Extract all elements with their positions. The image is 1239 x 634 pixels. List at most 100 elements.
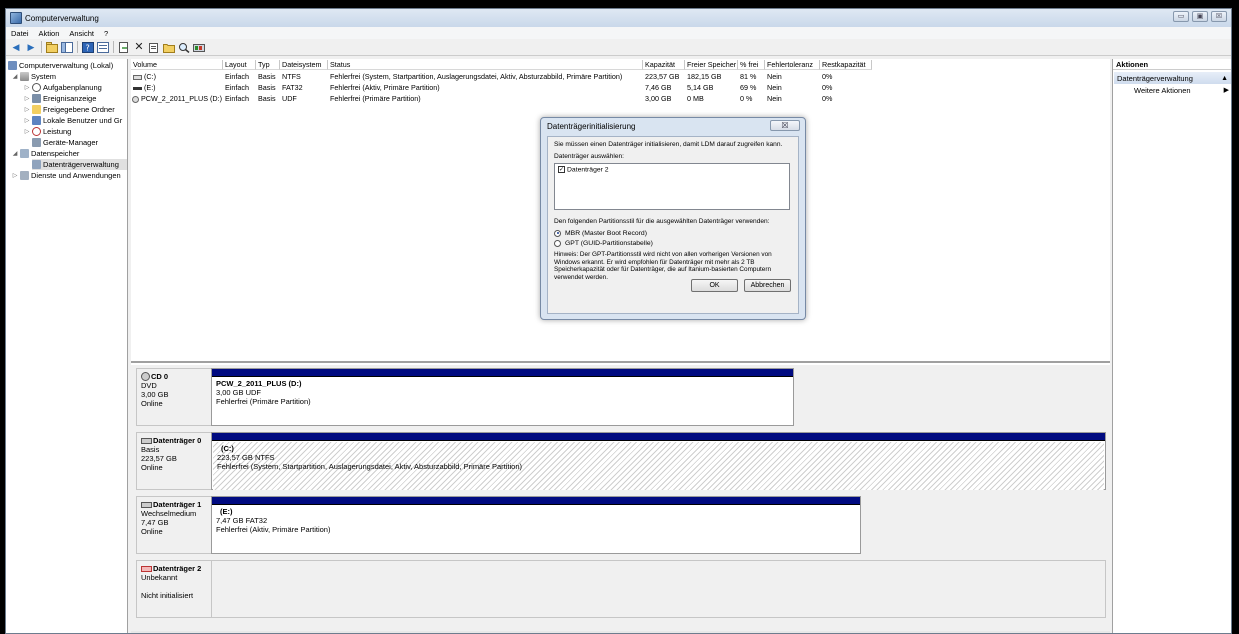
chevron-right-icon: ▶ xyxy=(1223,87,1229,94)
disk-listbox[interactable]: ✓ Datenträger 2 xyxy=(554,163,790,210)
table-row[interactable]: (C:) Einfach Basis NTFS Fehlerfrei (Syst… xyxy=(131,71,1110,82)
partition-size: 7,47 GB FAT32 xyxy=(216,516,268,525)
tree-item-device-manager[interactable]: Geräte-Manager xyxy=(32,137,98,148)
disk-label-cd0[interactable]: CD 0 DVD 3,00 GB Online xyxy=(136,368,211,426)
new-icon[interactable] xyxy=(148,41,160,53)
tree-item-storage[interactable]: ◢ Datenspeicher xyxy=(12,148,79,159)
format-icon[interactable] xyxy=(193,41,205,53)
expand-arrow-icon[interactable]: ◢ xyxy=(12,150,18,157)
column-header-filesystem[interactable]: Dateisystem xyxy=(280,60,328,70)
removable-disk-icon xyxy=(141,501,152,508)
cell-percent-free: 0 % xyxy=(740,94,753,103)
menu-aktion[interactable]: Aktion xyxy=(34,29,65,38)
partition-c[interactable]: (C:) 223,57 GB NTFS Fehlerfrei (System, … xyxy=(211,432,1106,490)
collapse-arrow-icon[interactable]: ▷ xyxy=(24,117,30,124)
cancel-button[interactable]: Abbrechen xyxy=(744,279,791,292)
tree-label: Dienste und Anwendungen xyxy=(31,171,121,180)
menu-datei[interactable]: Datei xyxy=(6,29,34,38)
delete-icon[interactable]: ✕ xyxy=(133,41,145,53)
radio-mbr-label: MBR (Master Boot Record) xyxy=(565,229,647,237)
tree-item-shared-folders[interactable]: ▷ Freigegebene Ordner xyxy=(24,104,115,115)
properties-icon[interactable] xyxy=(97,41,109,53)
expand-arrow-icon[interactable]: ◢ xyxy=(12,73,18,80)
cell-text: PCW_2_2011_PLUS (D:) xyxy=(141,94,222,103)
cell-layout: Einfach xyxy=(225,83,249,92)
disk-label-disk1[interactable]: Datenträger 1 Wechselmedium 7,47 GB Onli… xyxy=(136,496,211,554)
partition-size: 3,00 GB UDF xyxy=(216,388,262,397)
forward-icon[interactable]: ▶ xyxy=(25,41,37,53)
table-row[interactable]: (E:) Einfach Basis FAT32 Fehlerfrei (Akt… xyxy=(131,82,1110,93)
cell-volume: PCW_2_2011_PLUS (D:) xyxy=(131,93,223,104)
table-row[interactable]: PCW_2_2011_PLUS (D:) Einfach Basis UDF F… xyxy=(131,93,1110,104)
close-button[interactable]: ☒ xyxy=(1211,11,1227,22)
column-header-free-space[interactable]: Freier Speicher xyxy=(685,60,738,70)
tree-item-performance[interactable]: ▷ Leistung xyxy=(24,126,71,137)
collapse-arrow-icon[interactable]: ▷ xyxy=(24,128,30,135)
cell-text: (C:) xyxy=(144,72,156,81)
dialog-title: Datenträgerinitialisierung xyxy=(547,121,636,131)
column-header-status[interactable]: Status xyxy=(328,60,643,70)
disk-graphical-view: CD 0 DVD 3,00 GB Online PCW_2_2011_PLUS … xyxy=(131,365,1110,633)
disk-name-text: CD 0 xyxy=(151,372,169,381)
help-icon[interactable]: ? xyxy=(82,41,94,53)
cell-capacity: 223,57 GB xyxy=(645,72,680,81)
minimize-button[interactable]: ▭ xyxy=(1173,11,1189,22)
column-header-layout[interactable]: Layout xyxy=(223,60,256,70)
collapse-arrow-icon[interactable]: ▷ xyxy=(24,95,30,102)
column-header-capacity[interactable]: Kapazität xyxy=(643,60,685,70)
actions-section-disk-management[interactable]: Datenträgerverwaltung ▲ xyxy=(1114,72,1231,84)
partition-title: PCW_2_2011_PLUS (D:) xyxy=(216,379,302,388)
collapse-up-icon[interactable]: ▲ xyxy=(1221,75,1228,82)
cell-capacity: 7,46 GB xyxy=(645,83,672,92)
partition-e[interactable]: (E:) 7,47 GB FAT32 Fehlerfrei (Aktiv, Pr… xyxy=(211,496,861,554)
open-icon[interactable] xyxy=(163,41,175,53)
disk-state: Online xyxy=(141,527,163,536)
menu-ansicht[interactable]: Ansicht xyxy=(64,29,99,38)
column-header-percent-free[interactable]: % frei xyxy=(738,60,765,70)
tree-item-local-users[interactable]: ▷ Lokale Benutzer und Gr xyxy=(24,115,122,126)
cell-type: Basis xyxy=(258,72,276,81)
menu-help[interactable]: ? xyxy=(99,29,113,38)
computer-icon xyxy=(8,61,17,70)
export-icon[interactable] xyxy=(118,41,130,53)
disk-management-icon xyxy=(32,160,41,169)
tree-item-system[interactable]: ◢ System xyxy=(12,71,56,82)
disk-name-text: Datenträger 0 xyxy=(153,436,202,445)
actions-pane: Aktionen Datenträgerverwaltung ▲ Weitere… xyxy=(1112,59,1231,633)
column-header-fault-tolerance[interactable]: Fehlertoleranz xyxy=(765,60,820,70)
dialog-title-bar[interactable]: Datenträgerinitialisierung xyxy=(541,118,805,134)
tree-item-event-viewer[interactable]: ▷ Ereignisanzeige xyxy=(24,93,96,104)
disk-label-disk2[interactable]: Datenträger 2 Unbekannt Nicht initialisi… xyxy=(136,560,211,618)
tree-item-disk-management[interactable]: Datenträgerverwaltung xyxy=(32,159,127,170)
dialog-close-button[interactable]: ☒ xyxy=(770,120,800,131)
maximize-button[interactable]: ▣ xyxy=(1192,11,1208,22)
collapse-arrow-icon[interactable]: ▷ xyxy=(24,106,30,113)
up-folder-icon[interactable] xyxy=(46,41,58,53)
title-bar[interactable]: Computerverwaltung ▭ ▣ ☒ xyxy=(6,9,1231,27)
tree-item-task-scheduler[interactable]: ▷ Aufgabenplanung xyxy=(24,82,102,93)
collapse-arrow-icon[interactable]: ▷ xyxy=(12,172,18,179)
tree-item-services[interactable]: ▷ Dienste und Anwendungen xyxy=(12,170,121,181)
event-viewer-icon xyxy=(32,94,41,103)
radio-mbr[interactable]: MBR (Master Boot Record) xyxy=(554,228,792,238)
radio-selected-icon[interactable] xyxy=(554,229,561,237)
radio-unselected-icon[interactable] xyxy=(554,239,561,247)
checkbox-checked-icon[interactable]: ✓ xyxy=(558,166,565,173)
more-actions-item[interactable]: Weitere Aktionen ▶ xyxy=(1113,84,1231,96)
ok-button[interactable]: OK xyxy=(691,279,738,292)
tree-item-computer-management[interactable]: Computerverwaltung (Lokal) xyxy=(8,60,113,71)
search-icon[interactable] xyxy=(178,41,190,53)
radio-gpt[interactable]: GPT (GUID-Partitionstabelle) xyxy=(554,238,792,248)
column-header-overhead[interactable]: Restkapazität xyxy=(820,60,872,70)
disk-list-item[interactable]: ✓ Datenträger 2 xyxy=(558,166,786,173)
column-header-volume[interactable]: Volume xyxy=(131,60,223,70)
collapse-arrow-icon[interactable]: ▷ xyxy=(24,84,30,91)
disk-type: Unbekannt xyxy=(141,573,178,582)
partition-status: Fehlerfrei (Aktiv, Primäre Partition) xyxy=(216,525,331,534)
show-tree-icon[interactable] xyxy=(61,41,73,53)
partition-info: (C:) 223,57 GB NTFS Fehlerfrei (System, … xyxy=(213,442,1104,490)
disk-label-disk0[interactable]: Datenträger 0 Basis 223,57 GB Online xyxy=(136,432,211,490)
back-icon[interactable]: ◀ xyxy=(10,41,22,53)
column-header-type[interactable]: Typ xyxy=(256,60,280,70)
partition-d[interactable]: PCW_2_2011_PLUS (D:) 3,00 GB UDF Fehlerf… xyxy=(211,368,794,426)
